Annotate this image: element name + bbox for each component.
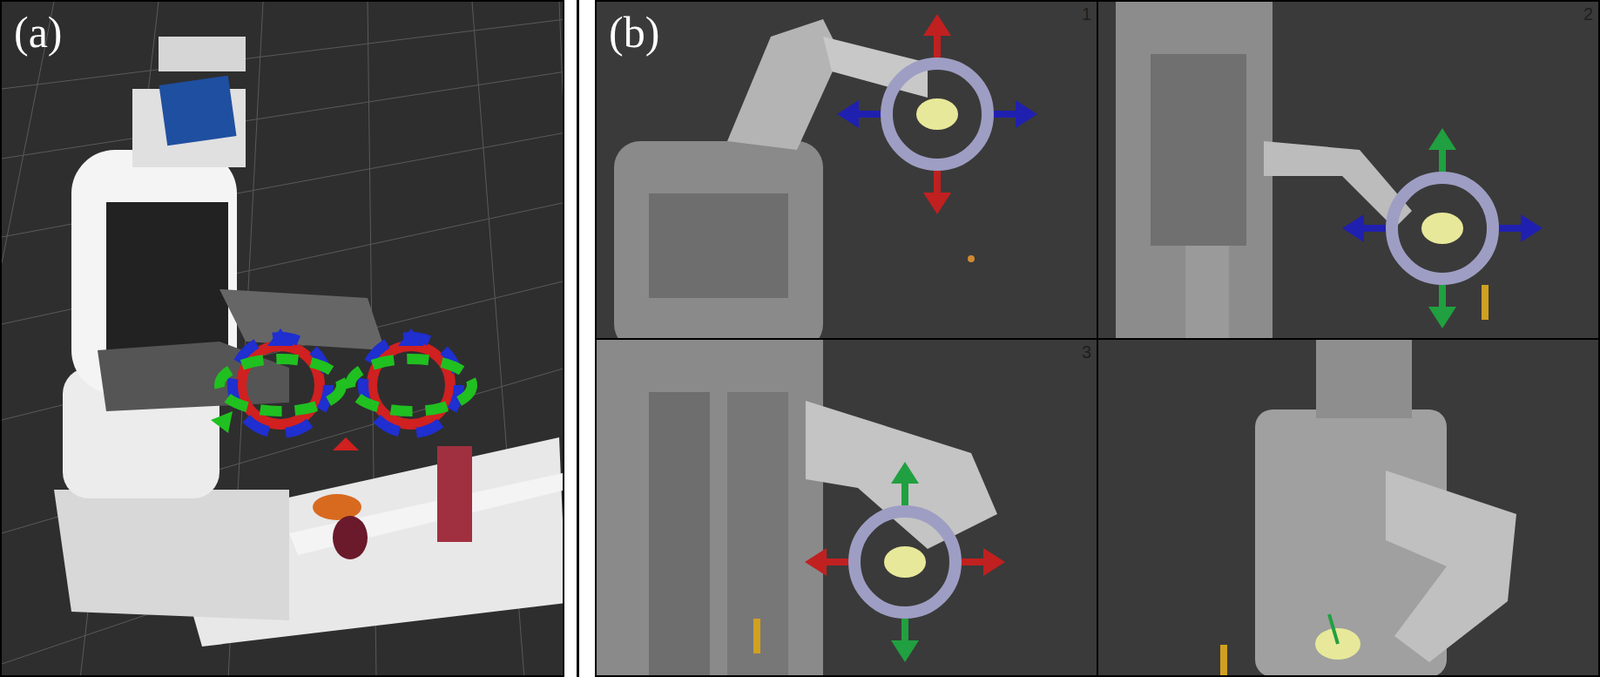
- viewport[interactable]: [1098, 339, 1599, 676]
- viewport-grid: 1 2 3 (b): [594, 0, 1600, 677]
- robot-view-icon: [596, 339, 1097, 676]
- panel-label: (a): [13, 10, 63, 55]
- viewport-number: 3: [1081, 343, 1092, 361]
- robot-view-icon: [596, 1, 1097, 338]
- rviz-panel: (a): [0, 0, 565, 677]
- viewport[interactable]: 2: [1098, 1, 1599, 338]
- viewport-number: 2: [1583, 5, 1594, 23]
- figure: (a) 1 2 3 (b): [0, 0, 1600, 677]
- viewport-number: 1: [1081, 5, 1092, 23]
- robot-scene-icon: [1, 1, 565, 677]
- viewport[interactable]: 3: [596, 339, 1097, 676]
- viewport[interactable]: 1: [596, 1, 1097, 338]
- robot-view-icon: [1098, 1, 1599, 338]
- panel-label: (b): [608, 10, 660, 55]
- robot-view-icon: [1098, 339, 1599, 676]
- divider: [576, 0, 580, 677]
